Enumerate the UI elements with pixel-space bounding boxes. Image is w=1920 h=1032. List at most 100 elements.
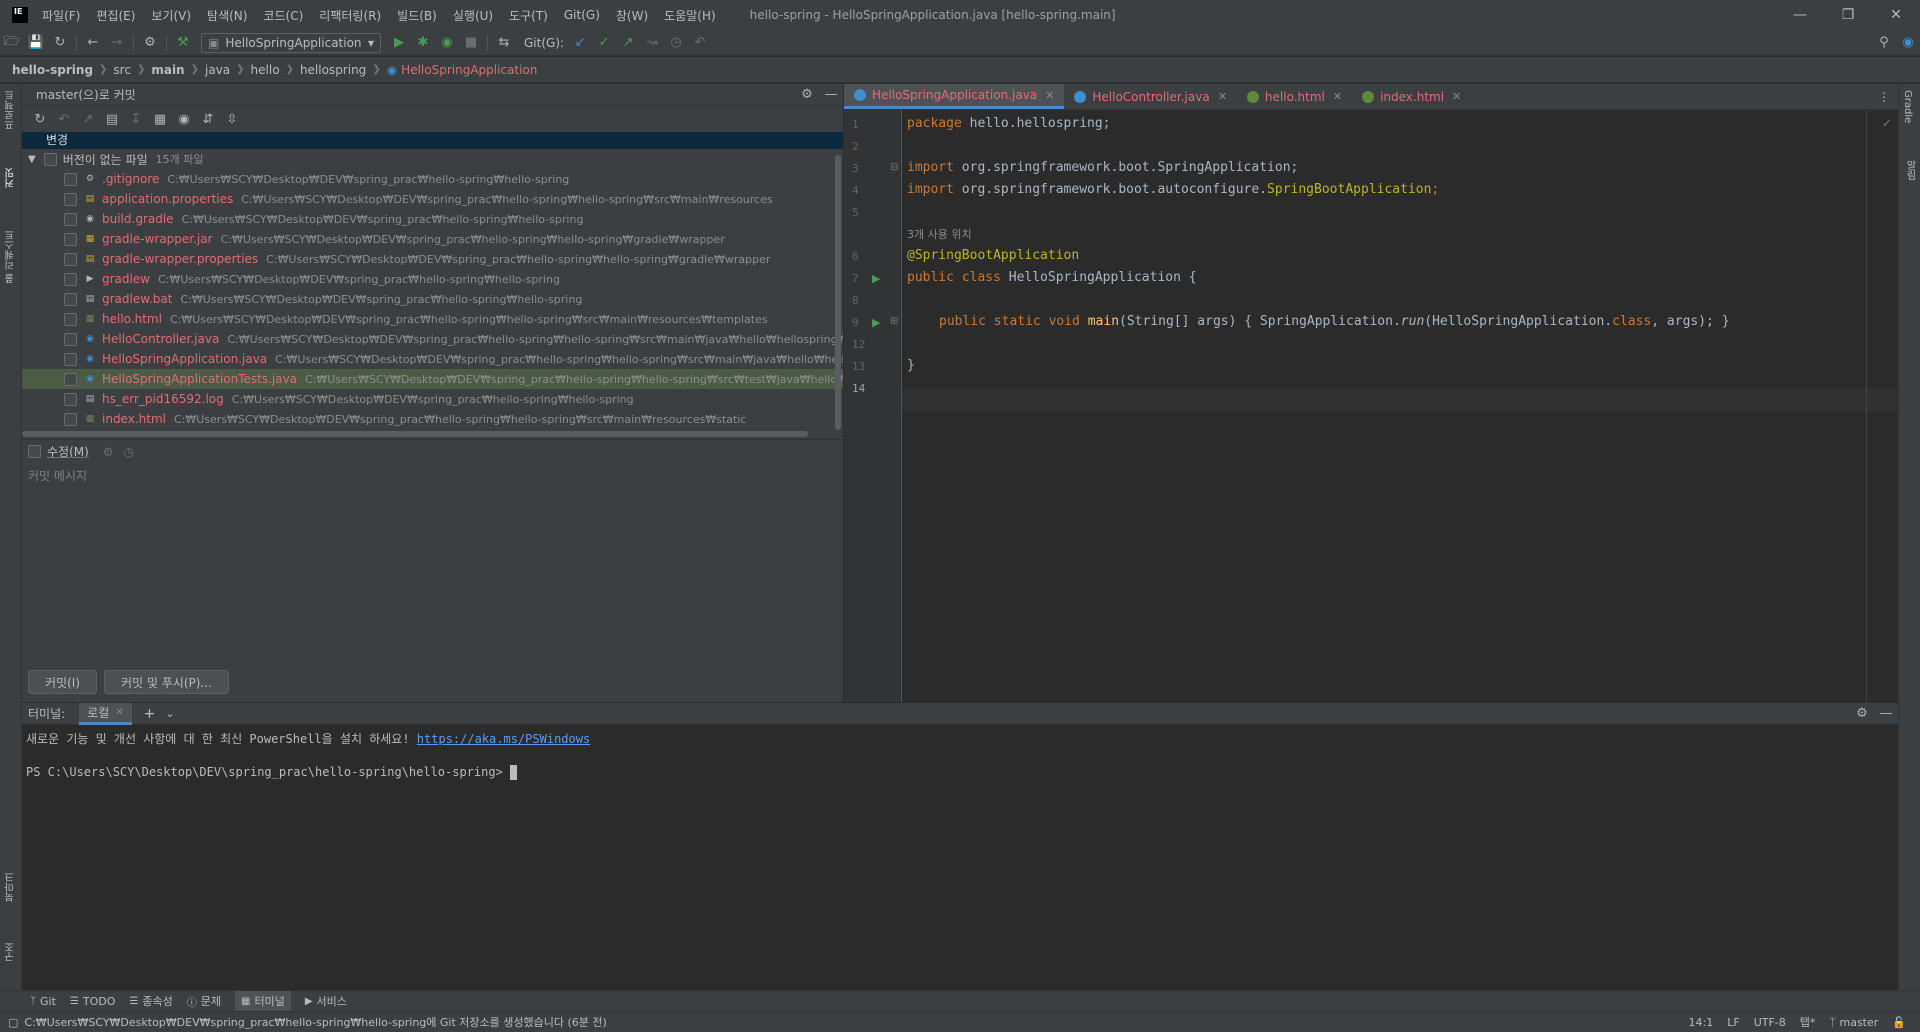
structure-tool-tab[interactable]: 구조	[3, 942, 19, 962]
caret-position[interactable]: 14:1	[1689, 1016, 1714, 1029]
eye-icon[interactable]: ◉	[172, 108, 196, 130]
crumb-hellospring[interactable]: hellospring	[300, 63, 366, 77]
open-folder-icon[interactable]: 🗁	[0, 32, 24, 54]
menu-build[interactable]: 빌드(B)	[397, 7, 437, 24]
run-icon[interactable]: ▶	[387, 32, 411, 54]
add-icon[interactable]: +	[144, 706, 156, 722]
amend-checkbox[interactable]	[28, 445, 41, 458]
gear-icon[interactable]: ⚙	[1850, 703, 1874, 725]
menu-view[interactable]: 보기(V)	[151, 7, 191, 24]
run-gutter-icon[interactable]: ▶	[872, 316, 880, 329]
collapse-all-icon[interactable]: ⇳	[220, 108, 244, 130]
crumb-java[interactable]: java	[205, 63, 230, 77]
close-icon[interactable]: ✕	[1333, 90, 1342, 103]
save-all-icon[interactable]: 💾	[24, 32, 48, 54]
file-row[interactable]: ▦ index.html C:₩Users₩SCY₩Desktop₩DEV₩spri…	[22, 409, 843, 429]
git-history-icon[interactable]: ◷	[664, 32, 688, 54]
terminal-tool-tab[interactable]: ▦ 터미널	[234, 991, 291, 1011]
file-checkbox[interactable]	[64, 212, 77, 226]
editor-tab[interactable]: HelloSpringApplication.java ✕	[844, 84, 1065, 109]
lock-icon[interactable]: 🔓	[1892, 1016, 1906, 1029]
menu-file[interactable]: 파일(F)	[42, 7, 80, 24]
gradle-tool-tab[interactable]: Gradle	[1902, 90, 1913, 123]
coverage-icon[interactable]: ◉	[435, 32, 459, 54]
stop-icon[interactable]: ■	[459, 32, 483, 54]
git-push-icon[interactable]: ↗	[616, 32, 640, 54]
file-row[interactable]: ▤ application.properties C:₩Users₩SCY₩Desk…	[22, 189, 843, 209]
git-branch-widget[interactable]: ᛉ master	[1829, 1016, 1878, 1029]
file-checkbox[interactable]	[64, 372, 77, 386]
file-checkbox[interactable]	[64, 312, 77, 326]
dependencies-tool-tab[interactable]: ☰ 종속성	[129, 993, 172, 1009]
crumb-src[interactable]: src	[113, 63, 131, 77]
line-separator[interactable]: LF	[1727, 1016, 1739, 1029]
show-diff-icon[interactable]: ▤	[100, 108, 124, 130]
file-row[interactable]: ◉ HelloController.java C:₩Users₩SCY₩Deskto…	[22, 329, 843, 349]
forward-icon[interactable]: →	[105, 32, 129, 54]
bookmarks-tool-tab[interactable]: 북마크	[3, 872, 19, 902]
file-checkbox[interactable]	[64, 192, 77, 206]
file-encoding[interactable]: UTF-8	[1754, 1016, 1786, 1029]
more-tabs-icon[interactable]: ⋮	[1870, 84, 1898, 109]
file-checkbox[interactable]	[64, 272, 77, 286]
file-checkbox[interactable]	[64, 252, 77, 266]
fold-icon[interactable]: ⊟	[890, 162, 898, 173]
git-sync-icon[interactable]: ⇆	[492, 32, 516, 54]
horizontal-scrollbar[interactable]	[22, 431, 808, 437]
editor-tab[interactable]: index.html ✕	[1352, 84, 1471, 109]
crumb-main[interactable]: main	[151, 63, 184, 77]
unversioned-files-group[interactable]: ▼ 버전이 없는 파일 15개 파일	[22, 149, 843, 169]
powershell-link[interactable]: https://aka.ms/PSWindows	[417, 732, 590, 746]
close-icon[interactable]: ✕	[115, 707, 123, 718]
commit-message-input[interactable]: 커밋 메시지	[22, 463, 843, 661]
code-area[interactable]: 1 2 3 4 5 6 7 8 9 12 13 14 ▶ ▶ ⊟ ⊞ packa…	[844, 110, 1898, 702]
clock-icon[interactable]: ◷	[124, 445, 134, 459]
git-fetch-icon[interactable]: ↝	[640, 32, 664, 54]
close-window-button[interactable]: ✕	[1872, 0, 1920, 30]
indent-setting[interactable]: 탭*	[1800, 1014, 1816, 1030]
file-checkbox[interactable]	[64, 392, 77, 406]
menu-git[interactable]: Git(G)	[564, 8, 600, 22]
usage-hint[interactable]: 3개 사용 위치	[907, 226, 972, 242]
git-commit-icon[interactable]: ✓	[592, 32, 616, 54]
menu-code[interactable]: 코드(C)	[263, 7, 303, 24]
back-icon[interactable]: ←	[81, 32, 105, 54]
file-row[interactable]: ▶ gradlew C:₩Users₩SCY₩Desktop₩DEV₩spring_…	[22, 269, 843, 289]
group-checkbox[interactable]	[43, 152, 57, 166]
file-row[interactable]: ▦ hello.html C:₩Users₩SCY₩Desktop₩DEV₩spri…	[22, 309, 843, 329]
terminal-output[interactable]: 새로운 기능 및 개선 사항에 대 한 최신 PowerShell을 설치 하세…	[22, 725, 1898, 785]
problems-tool-tab[interactable]: ⓘ 문제	[187, 993, 221, 1009]
hide-panel-icon[interactable]: —	[819, 84, 843, 106]
chevron-down-icon[interactable]: ▼	[28, 154, 36, 165]
file-checkbox[interactable]	[64, 292, 77, 306]
status-message[interactable]: C:₩Users₩SCY₩Desktop₩DEV₩spring_prac₩hel…	[24, 1014, 606, 1030]
move-to-changelist-icon[interactable]: ↗	[76, 108, 100, 130]
crumb-project[interactable]: hello-spring	[12, 63, 93, 77]
chevron-down-icon[interactable]: ⌄	[165, 707, 174, 720]
debug-icon[interactable]: ✱	[411, 32, 435, 54]
file-checkbox[interactable]	[64, 352, 77, 366]
rollback-icon[interactable]: ↶	[52, 108, 76, 130]
file-checkbox[interactable]	[64, 232, 77, 246]
file-row[interactable]: ◉ HelloSpringApplication.java C:₩Users₩SCY…	[22, 349, 843, 369]
file-row[interactable]: ▤ gradle-wrapper.properties C:₩Users₩SCY₩D…	[22, 249, 843, 269]
notifications-tool-tab[interactable]: 알림	[1902, 160, 1917, 180]
menu-window[interactable]: 창(W)	[616, 7, 648, 24]
close-icon[interactable]: ✕	[1452, 90, 1461, 103]
layout-icon[interactable]: ▢	[8, 1016, 18, 1029]
file-checkbox[interactable]	[64, 412, 77, 426]
file-row[interactable]: ▤ gradlew.bat C:₩Users₩SCY₩Desktop₩DEV₩spr…	[22, 289, 843, 309]
amend-label[interactable]: 수정(M)	[47, 443, 89, 460]
hide-panel-icon[interactable]: —	[1874, 703, 1898, 725]
crumb-class[interactable]: HelloSpringApplication	[401, 63, 537, 77]
gear-icon[interactable]: ⚙	[795, 84, 819, 106]
run-gutter-icon[interactable]: ▶	[872, 272, 880, 285]
git-update-icon[interactable]: ↙	[568, 32, 592, 54]
editor-tab[interactable]: hello.html ✕	[1237, 84, 1352, 109]
commit-button[interactable]: 커밋(I)	[28, 670, 97, 694]
user-icon[interactable]: ⚙	[138, 32, 162, 54]
crumb-hello[interactable]: hello	[251, 63, 280, 77]
terminal-tab-local[interactable]: 로컬 ✕	[79, 702, 132, 725]
expand-all-icon[interactable]: ⇵	[196, 108, 220, 130]
file-row[interactable]: ▤ hs_err_pid16592.log C:₩Users₩SCY₩Desktop…	[22, 389, 843, 409]
